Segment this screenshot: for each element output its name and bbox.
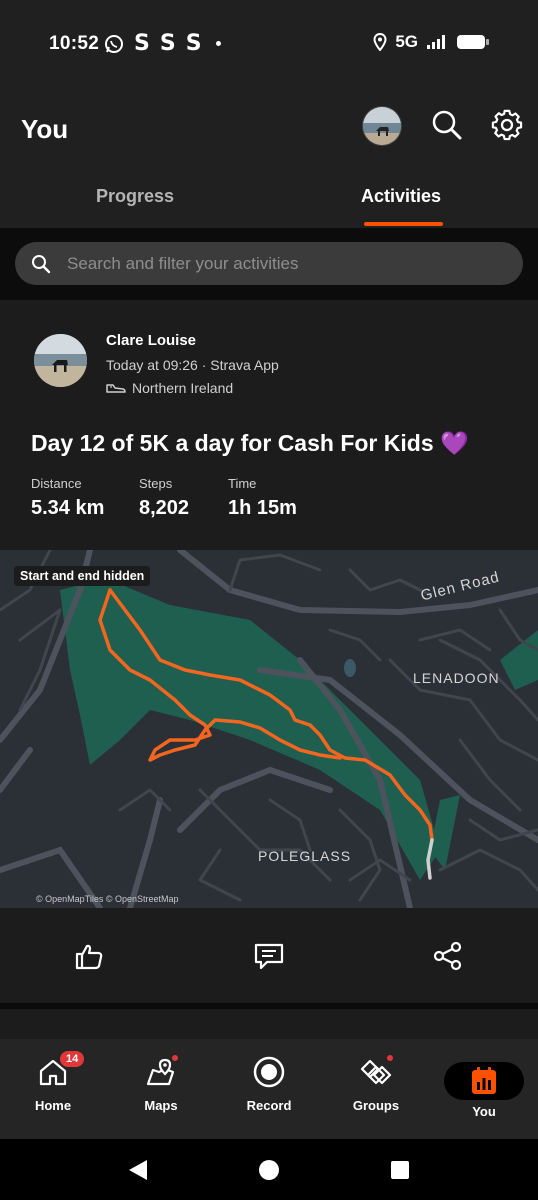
stat-time: Time 1h 15m [228,476,297,520]
map-label-poleglass: POLEGLASS [258,848,352,864]
avatar-image [363,107,401,145]
stat-label: Time [228,476,257,491]
you-active-pill [444,1062,524,1100]
purple-heart-emoji: 💜 [440,430,469,456]
nav-home[interactable]: 14 Home [8,1049,98,1125]
stat-steps: Steps 8,202 [139,476,189,520]
search-placeholder: Search and filter your activities [67,253,299,273]
search-input[interactable]: Search and filter your activities [15,242,523,285]
status-notifications: S S S [104,31,221,56]
next-activity-card[interactable] [0,1009,538,1039]
tab-activities[interactable]: Activities [361,186,441,207]
bottom-navigation: 14 Home Maps Record Groups You [0,1039,538,1139]
athlete-avatar-image [34,334,87,387]
you-icon [472,1067,496,1094]
network-type: 5G [395,32,418,51]
stat-label: Steps [139,476,173,491]
activity-title-text: Day 12 of 5K a day for Cash For Kids [31,430,434,456]
page-title: You [21,114,69,144]
home-circle-icon[interactable] [258,1159,280,1181]
comment-icon [254,943,284,970]
active-tab-indicator [364,222,443,226]
privacy-badge: Start and end hidden [14,566,151,586]
notif-s-icon: S [134,31,150,56]
activity-actions [0,908,538,1003]
more-notifications-dot [215,41,221,46]
recents-icon[interactable] [390,1160,410,1180]
stat-label: Distance [31,476,82,491]
stat-value: 5.34 km [31,497,105,519]
athlete-avatar[interactable] [34,334,87,387]
comment-button[interactable] [251,938,287,974]
record-icon [252,1055,286,1089]
nav-label: You [472,1104,496,1119]
share-button[interactable] [430,938,466,974]
home-icon: 14 [36,1049,87,1089]
athlete-name[interactable]: Clare Louise [106,332,196,349]
activity-meta: Today at 09:26 · Strava App [106,357,279,373]
kudos-button[interactable] [71,938,107,974]
signal-icon [427,35,445,49]
stat-value: 8,202 [139,497,190,519]
location-icon [373,33,387,51]
map-icon [144,1053,180,1089]
groups-icon [359,1053,395,1089]
nav-groups[interactable]: Groups [331,1053,421,1125]
home-badge: 14 [58,1049,87,1069]
notif-s-icon: S [185,31,202,56]
status-time: 10:52 [49,33,100,54]
map-label-lenadoon: LENADOON [413,670,500,686]
location-text: Northern Ireland [132,380,234,396]
search-button[interactable] [430,108,464,142]
settings-button[interactable] [490,108,524,142]
status-right: 5G [373,32,490,52]
search-section: Search and filter your activities [0,228,538,300]
stat-value: 1h 15m [228,497,297,519]
app-header: You Progress Activities [0,88,538,228]
notif-s-icon: S [159,31,176,56]
groups-notification-dot [385,1053,395,1063]
nav-label: Maps [144,1098,178,1113]
stat-distance: Distance 5.34 km [31,476,104,520]
map-attribution: © OpenMapTiles © OpenStreetMap [36,894,179,904]
search-icon [432,110,462,140]
nav-label: Record [246,1098,292,1113]
back-icon[interactable] [128,1159,148,1181]
activity-title[interactable]: Day 12 of 5K a day for Cash For Kids 💜 [31,430,469,457]
system-navigation-bar [0,1139,538,1200]
nav-label: Home [34,1098,72,1113]
status-bar: 10:52 S S S 5G [0,0,538,88]
nav-maps[interactable]: Maps [116,1053,206,1125]
battery-icon [457,35,489,49]
nav-label: Groups [352,1098,400,1113]
profile-avatar[interactable] [362,106,402,146]
nav-you[interactable]: You [439,1059,529,1129]
nav-record[interactable]: Record [224,1055,314,1125]
activity-card[interactable]: Clare Louise Today at 09:26 · Strava App… [0,300,538,1003]
share-icon [433,941,462,971]
shoe-icon [106,384,126,393]
route-map[interactable]: Start and end hidden Glen Road LENADOON … [0,550,538,908]
activity-location: Northern Ireland [106,380,233,396]
search-icon [32,254,51,273]
gear-icon [491,109,523,141]
thumbs-up-icon [75,944,103,970]
tab-progress[interactable]: Progress [96,186,174,207]
whatsapp-icon [105,34,123,53]
maps-notification-dot [170,1053,180,1063]
